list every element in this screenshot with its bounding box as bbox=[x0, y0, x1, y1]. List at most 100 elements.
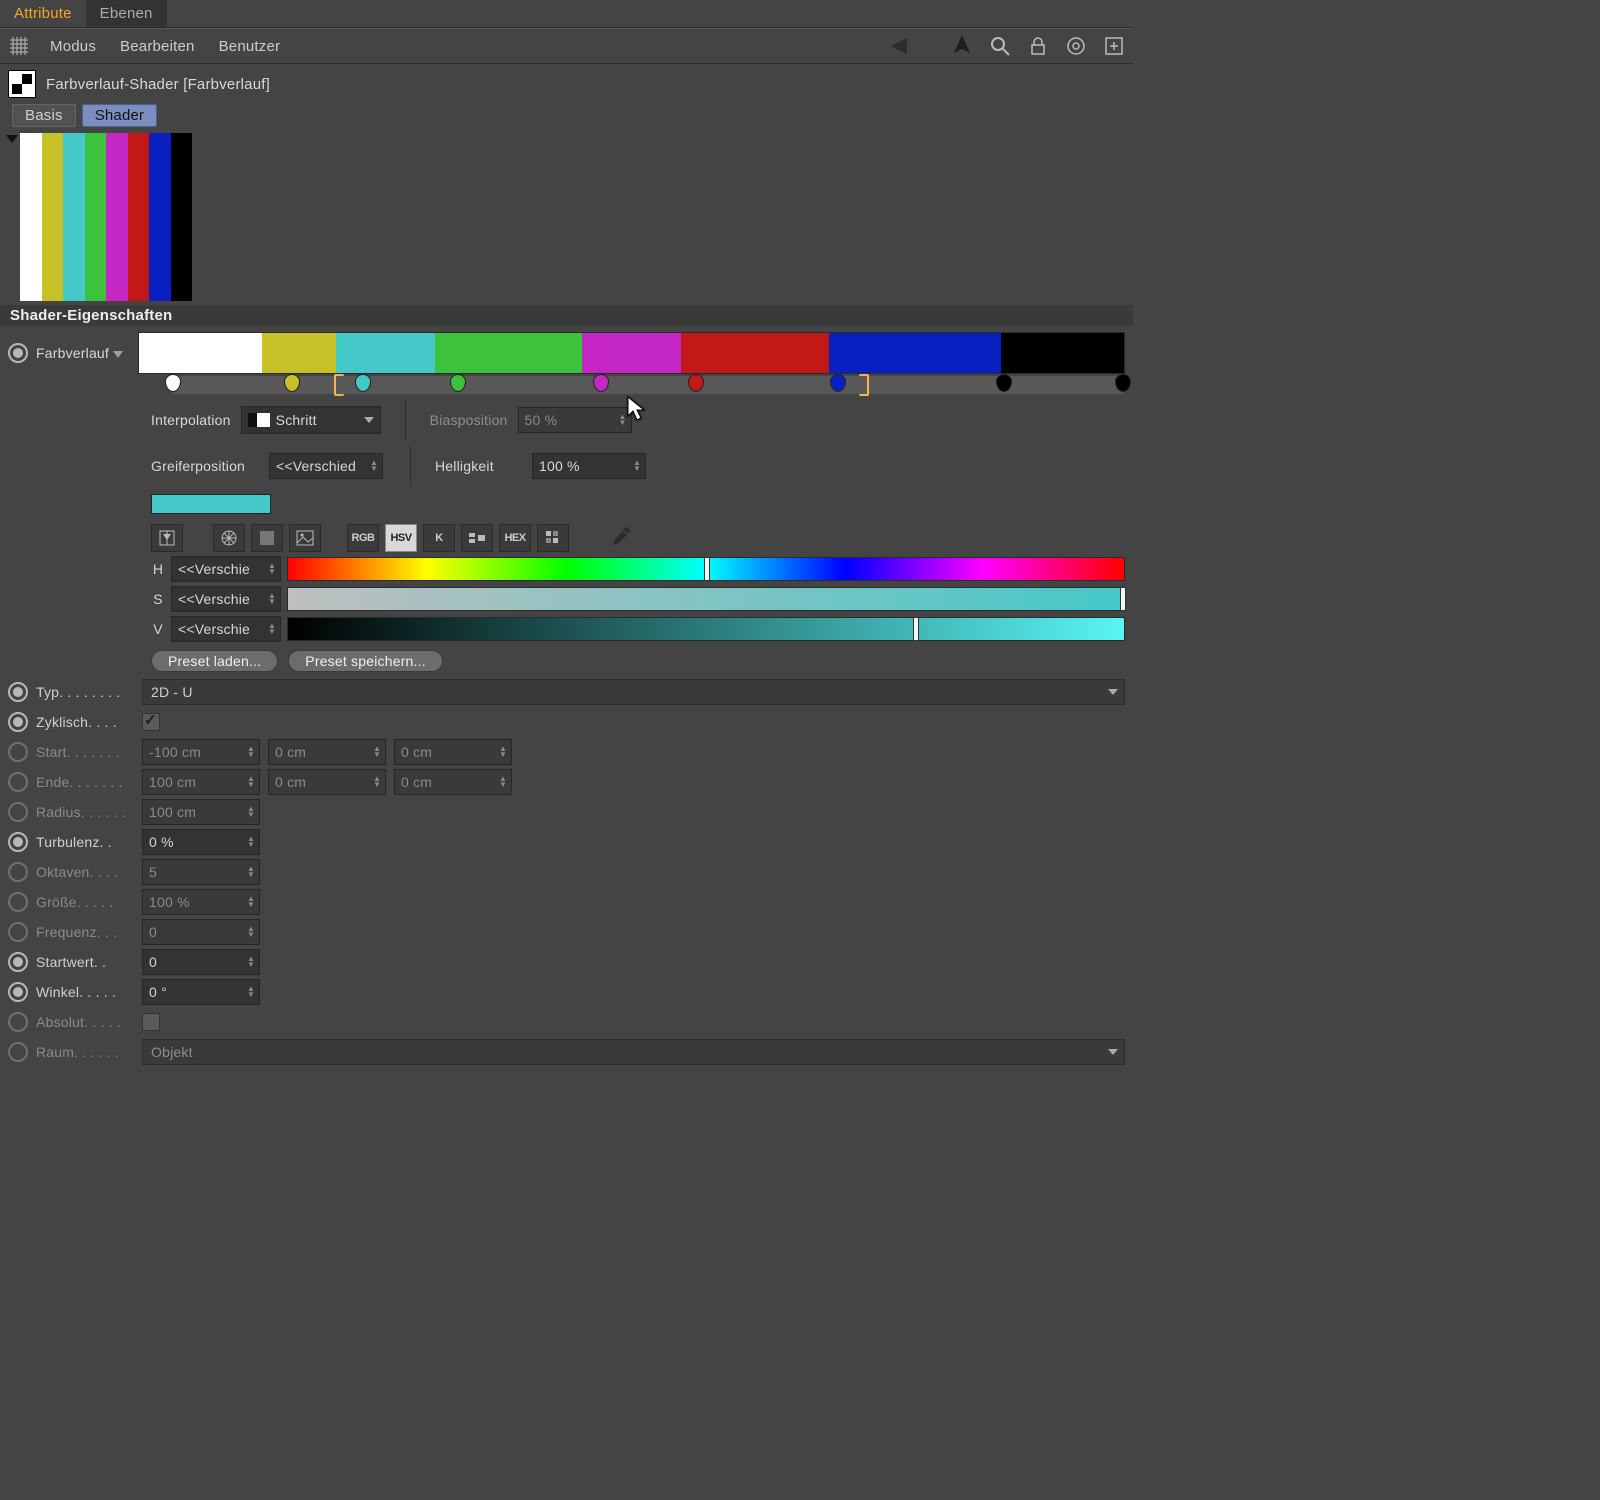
anim-toggle-gradient[interactable] bbox=[8, 343, 28, 363]
field-turbulenz[interactable]: 0 %▲▼ bbox=[142, 829, 260, 855]
eyedropper-icon[interactable] bbox=[609, 525, 633, 552]
label-v: V bbox=[151, 621, 165, 637]
label-groesse: Größe bbox=[36, 894, 77, 910]
gradient-knot[interactable] bbox=[1115, 374, 1131, 392]
field-knotposition[interactable]: <<Verschied▲▼ bbox=[269, 453, 383, 479]
gradient-knot[interactable] bbox=[450, 374, 466, 392]
field-start-x: -100 cm▲▼ bbox=[142, 739, 260, 765]
subtab-shader[interactable]: Shader bbox=[82, 104, 158, 127]
field-winkel[interactable]: 0 °▲▼ bbox=[142, 979, 260, 1005]
search-icon[interactable] bbox=[989, 35, 1011, 57]
label-winkel: Winkel bbox=[36, 984, 79, 1000]
field-groesse: 100 %▲▼ bbox=[142, 889, 260, 915]
anim-toggle-winkel[interactable] bbox=[8, 982, 28, 1002]
anim-toggle-absolut[interactable] bbox=[8, 1012, 28, 1032]
field-s[interactable]: <<Verschie▲▼ bbox=[171, 586, 281, 612]
current-color-swatch[interactable] bbox=[151, 494, 271, 514]
menu-modus[interactable]: Modus bbox=[46, 38, 100, 55]
mode-mixer-icon[interactable] bbox=[461, 524, 493, 552]
gradient-knot[interactable] bbox=[165, 374, 181, 392]
label-typ: Typ bbox=[36, 684, 59, 700]
gradient-knot[interactable] bbox=[688, 374, 704, 392]
mode-rgb-button[interactable]: RGB bbox=[347, 524, 379, 552]
gradient-knot[interactable] bbox=[830, 374, 846, 392]
gradient-bar[interactable] bbox=[138, 332, 1125, 374]
anim-toggle-raum[interactable] bbox=[8, 1042, 28, 1062]
field-v[interactable]: <<Verschie▲▼ bbox=[171, 616, 281, 642]
tab-ebenen[interactable]: Ebenen bbox=[86, 0, 167, 27]
nav-back-icon[interactable] bbox=[885, 35, 907, 57]
mode-hsv-button[interactable]: HSV bbox=[385, 524, 417, 552]
picker-square-icon[interactable] bbox=[251, 524, 283, 552]
shader-title: Farbverlauf-Shader [Farbverlauf] bbox=[46, 76, 270, 93]
field-frequenz: 0▲▼ bbox=[142, 919, 260, 945]
gradient-preview[interactable] bbox=[20, 133, 192, 301]
anim-toggle-typ[interactable] bbox=[8, 682, 28, 702]
field-start-y: 0 cm▲▼ bbox=[268, 739, 386, 765]
anim-toggle-radius[interactable] bbox=[8, 802, 28, 822]
picker-wheel-icon[interactable] bbox=[213, 524, 245, 552]
field-ende-x: 100 cm▲▼ bbox=[142, 769, 260, 795]
label-absolut: Absolut bbox=[36, 1014, 84, 1030]
save-preset-button[interactable]: Preset speichern... bbox=[288, 650, 443, 672]
anim-toggle-frequenz[interactable] bbox=[8, 922, 28, 942]
collapse-toggle-icon[interactable] bbox=[6, 135, 18, 143]
shader-header: Farbverlauf-Shader [Farbverlauf] bbox=[0, 64, 1133, 104]
label-frequenz: Frequenz bbox=[36, 924, 97, 940]
menu-benutzer[interactable]: Benutzer bbox=[215, 38, 285, 55]
mode-hex-button[interactable]: HEX bbox=[499, 524, 531, 552]
label-raum: Raum bbox=[36, 1044, 74, 1060]
anim-toggle-startwert[interactable] bbox=[8, 952, 28, 972]
checkbox-zyklisch[interactable] bbox=[142, 713, 160, 731]
anim-toggle-start[interactable] bbox=[8, 742, 28, 762]
label-brightness: Helligkeit bbox=[435, 458, 522, 474]
preview-row bbox=[0, 131, 1133, 305]
nav-up-icon[interactable] bbox=[951, 35, 973, 57]
label-zyklisch: Zyklisch bbox=[36, 714, 88, 730]
gradient-knot[interactable] bbox=[593, 374, 609, 392]
gradient-knot[interactable] bbox=[996, 374, 1012, 392]
mode-k-button[interactable]: K bbox=[423, 524, 455, 552]
shader-subtabs: Basis Shader bbox=[0, 104, 1133, 131]
anim-toggle-turbulenz[interactable] bbox=[8, 832, 28, 852]
slider-v[interactable] bbox=[287, 617, 1125, 641]
anim-toggle-ende[interactable] bbox=[8, 772, 28, 792]
row-gradient: Farbverlauf bbox=[8, 332, 1125, 374]
slider-h[interactable] bbox=[287, 557, 1125, 581]
field-oktaven: 5▲▼ bbox=[142, 859, 260, 885]
dropdown-interpolation[interactable]: Schritt bbox=[241, 406, 381, 434]
tab-attribute[interactable]: Attribute bbox=[0, 0, 86, 27]
load-preset-button[interactable]: Preset laden... bbox=[151, 650, 278, 672]
section-shader-properties: Shader-Eigenschaften bbox=[0, 305, 1133, 326]
label-start: Start bbox=[36, 744, 67, 760]
field-radius: 100 cm▲▼ bbox=[142, 799, 260, 825]
field-h[interactable]: <<Verschie▲▼ bbox=[171, 556, 281, 582]
slider-s[interactable] bbox=[287, 587, 1125, 611]
field-biasposition: 50 %▲▼ bbox=[518, 407, 632, 433]
picker-spectrum-icon[interactable] bbox=[151, 524, 183, 552]
anim-toggle-zyklisch[interactable] bbox=[8, 712, 28, 732]
gradient-menu-icon[interactable] bbox=[113, 351, 123, 358]
label-oktaven: Oktaven bbox=[36, 864, 90, 880]
grid-icon[interactable] bbox=[8, 35, 30, 57]
label-s: S bbox=[151, 591, 165, 607]
lock-icon[interactable] bbox=[1027, 35, 1049, 57]
subtab-basis[interactable]: Basis bbox=[12, 104, 76, 127]
picker-image-icon[interactable] bbox=[289, 524, 321, 552]
field-startwert[interactable]: 0▲▼ bbox=[142, 949, 260, 975]
gradient-knot[interactable] bbox=[355, 374, 371, 392]
field-start-z: 0 cm▲▼ bbox=[394, 739, 512, 765]
gradient-knot[interactable] bbox=[284, 374, 300, 392]
field-brightness[interactable]: 100 %▲▼ bbox=[532, 453, 646, 479]
field-ende-y: 0 cm▲▼ bbox=[268, 769, 386, 795]
menu-bearbeiten[interactable]: Bearbeiten bbox=[116, 38, 199, 55]
gradient-knot-track[interactable] bbox=[173, 376, 1123, 394]
mode-swatches-icon[interactable] bbox=[537, 524, 569, 552]
attribute-toolbar: Modus Bearbeiten Benutzer bbox=[0, 28, 1133, 64]
anim-toggle-oktaven[interactable] bbox=[8, 862, 28, 882]
target-icon[interactable] bbox=[1065, 35, 1087, 57]
anim-toggle-groesse[interactable] bbox=[8, 892, 28, 912]
dropdown-typ[interactable]: 2D - U bbox=[142, 679, 1125, 705]
checkbox-absolut bbox=[142, 1013, 160, 1031]
add-panel-icon[interactable] bbox=[1103, 35, 1125, 57]
